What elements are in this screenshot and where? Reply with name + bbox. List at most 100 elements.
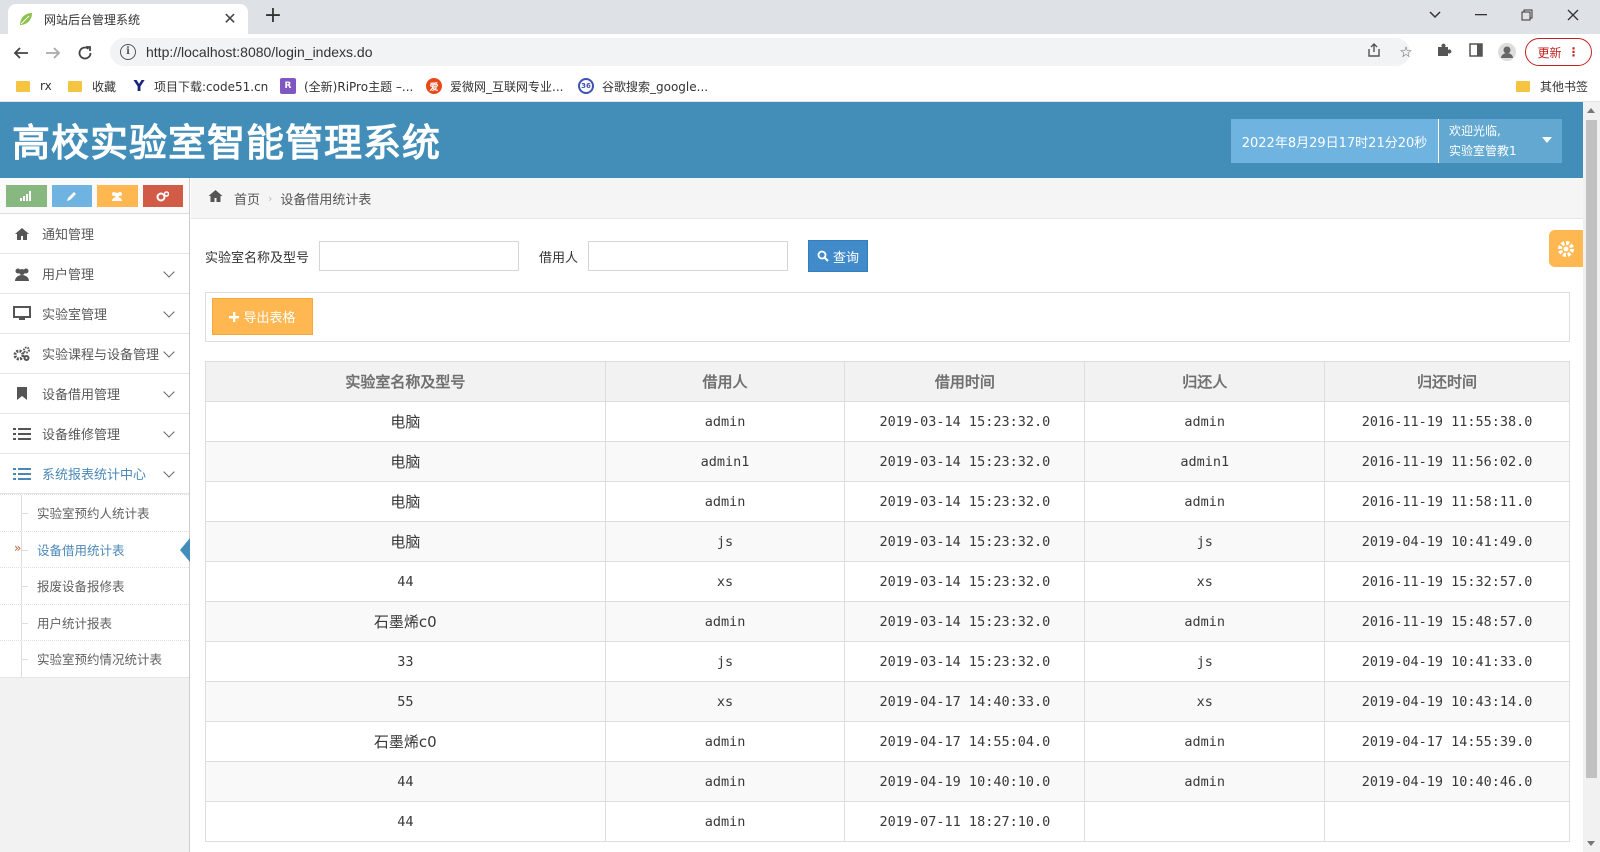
scroll-down-arrow-icon[interactable] xyxy=(1587,841,1595,846)
table-cell: 石墨烯c0 xyxy=(205,721,606,762)
list-icon xyxy=(12,425,32,443)
chevron-down-icon xyxy=(163,466,175,478)
share-icon[interactable] xyxy=(1364,42,1384,62)
table-cell: 2019-03-14 15:23:32.0 xyxy=(844,401,1086,442)
table-cell: 2019-04-19 10:41:49.0 xyxy=(1324,521,1570,562)
bookmark-rx[interactable]: rx xyxy=(16,77,52,95)
aiwei-logo-icon: 爱 xyxy=(426,78,442,94)
close-tab-icon[interactable]: ✕ xyxy=(222,11,238,27)
settings-gear-button[interactable] xyxy=(1549,230,1583,267)
sidebar-item-reports[interactable]: 系统报表统计中心 xyxy=(0,454,189,494)
back-arrow-icon[interactable] xyxy=(8,40,34,66)
sidebar-subitem-lab-reservation-status[interactable]: 实验室预约情况统计表 xyxy=(0,640,189,677)
current-datetime: 2022年8月29日17时21分20秒 xyxy=(1231,119,1438,163)
welcome-text: 欢迎光临, xyxy=(1449,124,1501,138)
bookmark-other[interactable]: 其他书签 xyxy=(1516,77,1588,95)
sidebar-subitem-user-report[interactable]: 用户统计报表 xyxy=(0,603,189,641)
lab-name-input[interactable] xyxy=(319,241,520,271)
export-table-button[interactable]: 导出表格 xyxy=(212,298,313,335)
site-info-icon[interactable]: i xyxy=(120,44,136,60)
side-panel-icon[interactable] xyxy=(1466,42,1486,62)
gears-icon xyxy=(12,345,32,363)
sidebar-subitem-lab-reservation-users[interactable]: 实验室预约人统计表 xyxy=(0,494,189,531)
update-button[interactable]: 更新 ⋮ xyxy=(1525,38,1592,66)
new-tab-button[interactable]: + xyxy=(260,4,286,30)
table-cell: 电脑 xyxy=(205,441,606,482)
cogs-icon xyxy=(156,190,170,201)
minimize-icon[interactable] xyxy=(1458,0,1504,30)
bookmark-favorites[interactable]: 收藏 xyxy=(68,77,116,95)
table-row: 石墨烯c0 admin 2019-03-14 15:23:32.0 admin 2016… xyxy=(205,601,1570,642)
gear-icon xyxy=(1558,240,1574,257)
column-header[interactable]: 归还时间 xyxy=(1324,361,1570,402)
table-cell: xs xyxy=(1084,561,1326,602)
bookmark-google[interactable]: 36 谷歌搜索_google... xyxy=(578,77,708,95)
y-logo-icon: Y xyxy=(133,77,145,95)
table-row: 石墨烯c0 admin 2019-04-17 14:55:04.0 admin 2019… xyxy=(205,721,1570,762)
extensions-puzzle-icon[interactable] xyxy=(1434,42,1454,62)
sidebar-item-users[interactable]: 用户管理 xyxy=(0,254,189,294)
column-header[interactable]: 实验室名称及型号 xyxy=(205,361,606,402)
table-cell: admin xyxy=(604,761,846,802)
table-row: 44 xs 2019-03-14 15:23:32.0 xs 2016-11-19 15… xyxy=(205,561,1570,602)
table-cell: admin xyxy=(1084,761,1326,802)
users-shortcut-button[interactable] xyxy=(97,185,138,207)
sidebar-subitem-scrapped-repair[interactable]: 报废设备报修表 xyxy=(0,567,189,604)
borrower-input[interactable] xyxy=(588,241,789,271)
cogs-shortcut-button[interactable] xyxy=(142,185,183,207)
breadcrumb-home-link[interactable]: 首页 xyxy=(234,189,260,208)
profile-avatar-icon[interactable] xyxy=(1497,42,1517,62)
table-cell: js xyxy=(604,641,846,682)
pencil-shortcut-button[interactable] xyxy=(51,185,92,207)
table-cell xyxy=(1084,801,1326,842)
sidebar-subitem-equipment-borrow[interactable]: » 设备借用统计表 xyxy=(0,530,190,568)
chevron-down-icon xyxy=(163,386,175,398)
close-window-icon[interactable] xyxy=(1550,0,1596,30)
table-header-row: 实验室名称及型号 借用人 借用时间 归还人 归还时间 xyxy=(205,361,1570,402)
column-header[interactable]: 借用时间 xyxy=(844,361,1086,402)
tab-search-chevron-icon[interactable] xyxy=(1412,0,1458,30)
table-cell: admin xyxy=(604,401,846,442)
chevron-down-icon xyxy=(163,306,175,318)
table-cell: 2019-04-17 14:40:33.0 xyxy=(844,681,1086,722)
chevron-down-icon xyxy=(163,346,175,358)
table-tools: 导出表格 xyxy=(205,292,1570,342)
search-form: 实验室名称及型号 借用人 查询 xyxy=(205,240,869,272)
reload-icon[interactable] xyxy=(72,40,98,66)
user-menu[interactable]: 欢迎光临, 实验室管教1 xyxy=(1438,119,1562,163)
search-icon xyxy=(817,250,829,262)
column-header[interactable]: 归还人 xyxy=(1084,361,1326,402)
caret-down-icon xyxy=(1542,137,1552,143)
search-button[interactable]: 查询 xyxy=(808,240,869,272)
table-cell: 电脑 xyxy=(205,521,606,562)
table-row: 33 js 2019-03-14 15:23:32.0 js 2019-04-19 10… xyxy=(205,641,1570,682)
sidebar: 通知管理 用户管理 实验室管理 实验课程与设备管理 设备借用管理 设备维修管理 … xyxy=(0,178,190,852)
sidebar-item-course-equipment[interactable]: 实验课程与设备管理 xyxy=(0,334,189,374)
page-scrollbar[interactable] xyxy=(1583,102,1600,852)
table-cell: 石墨烯c0 xyxy=(205,601,606,642)
sidebar-shortcuts xyxy=(0,178,189,214)
forward-arrow-icon[interactable] xyxy=(40,40,66,66)
more-menu-icon: ⋮ xyxy=(1567,45,1580,59)
bookmark-ripro[interactable]: R (全新)RiPro主题 –... xyxy=(280,77,413,95)
table-cell: xs xyxy=(604,681,846,722)
sidebar-item-borrow[interactable]: 设备借用管理 xyxy=(0,374,189,414)
scroll-up-arrow-icon[interactable] xyxy=(1587,108,1595,113)
signal-shortcut-button[interactable] xyxy=(6,185,47,207)
sidebar-item-notice[interactable]: 通知管理 xyxy=(0,214,189,254)
bookmark-code51[interactable]: Y 项目下载:code51.cn xyxy=(132,77,269,95)
sidebar-item-lab[interactable]: 实验室管理 xyxy=(0,294,189,334)
browser-tab[interactable]: 网站后台管理系统 ✕ xyxy=(8,4,248,34)
restore-icon[interactable] xyxy=(1504,0,1550,30)
address-bar[interactable]: i http://localhost:8080/login_indexs.do xyxy=(110,38,1410,66)
table-cell: admin xyxy=(604,801,846,842)
sidebar-item-repair[interactable]: 设备维修管理 xyxy=(0,414,189,454)
table-cell: 2019-03-14 15:23:32.0 xyxy=(844,481,1086,522)
table-cell: 2019-04-17 14:55:04.0 xyxy=(844,721,1086,762)
table-cell: 44 xyxy=(205,801,606,842)
bookmark-star-icon[interactable]: ☆ xyxy=(1396,42,1416,62)
bookmark-aiwei[interactable]: 爱爱微网_互联网专业... xyxy=(426,77,563,95)
column-header[interactable]: 借用人 xyxy=(604,361,846,402)
folder-icon xyxy=(68,80,82,92)
scroll-thumb[interactable] xyxy=(1586,120,1597,778)
